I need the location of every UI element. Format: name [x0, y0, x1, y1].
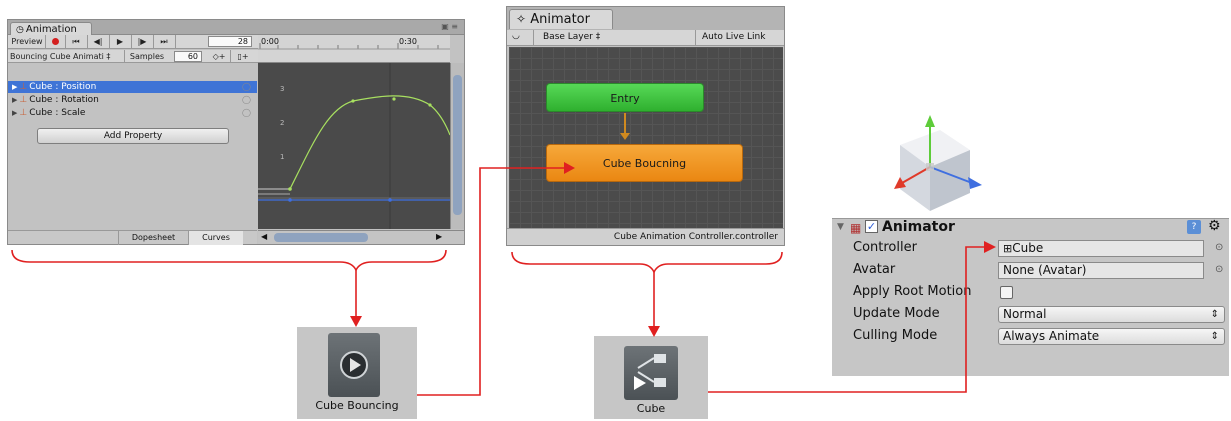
brace-animator-window — [511, 251, 783, 274]
controller-to-inspector-connector — [708, 246, 986, 393]
brace-animation-window — [11, 249, 447, 272]
connector-overlay — [11, 162, 996, 396]
clip-to-state-connector — [417, 167, 566, 396]
